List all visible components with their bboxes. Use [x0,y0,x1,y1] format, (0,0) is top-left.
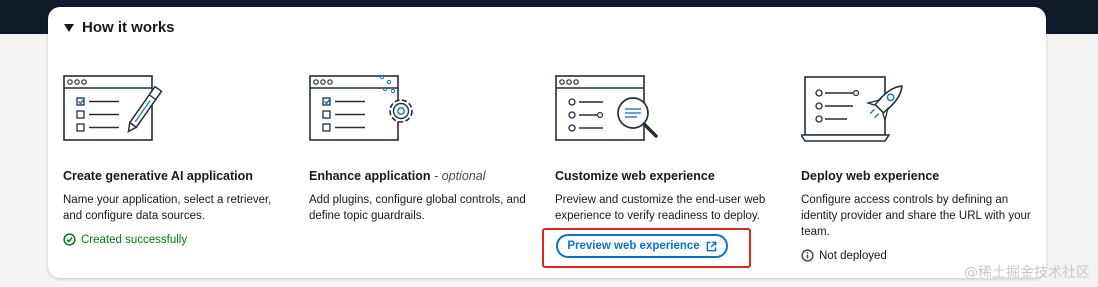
step-title: Enhance application - optional [309,169,486,183]
form-gear-illustration-icon [309,75,413,141]
info-circle-icon [801,249,814,262]
section-title: How it works [82,19,175,36]
how-it-works-panel: How it works Create generative AI applic… [48,7,1046,278]
watermark: @稀土掘金技术社区 [964,265,1090,281]
step-title: Customize web experience [555,169,715,183]
status-not-deployed: Not deployed [801,249,887,262]
external-link-icon [706,241,717,251]
form-pencil-illustration-icon [63,75,163,141]
magnifier-illustration-icon [555,75,658,141]
rocket-laptop-illustration-icon [801,76,903,142]
status-created-successfully: Created successfully [63,233,187,246]
step-title: Create generative AI application [63,169,253,183]
step-description: Preview and customize the end-user web e… [555,194,766,222]
how-it-works-toggle[interactable]: How it works [64,19,175,36]
status-text: Created successfully [81,233,188,246]
step-description: Add plugins, configure global controls, … [309,194,526,222]
status-text: Not deployed [819,249,887,262]
check-circle-icon [63,233,76,246]
step-description: Name your application, select a retrieve… [63,194,272,222]
step-title: Deploy web experience [801,169,940,183]
preview-web-experience-button[interactable]: Preview web experience [556,234,728,258]
step-description: Configure access controls by defining an… [801,194,1031,238]
button-label: Preview web experience [567,240,700,252]
caret-down-icon [64,23,74,32]
